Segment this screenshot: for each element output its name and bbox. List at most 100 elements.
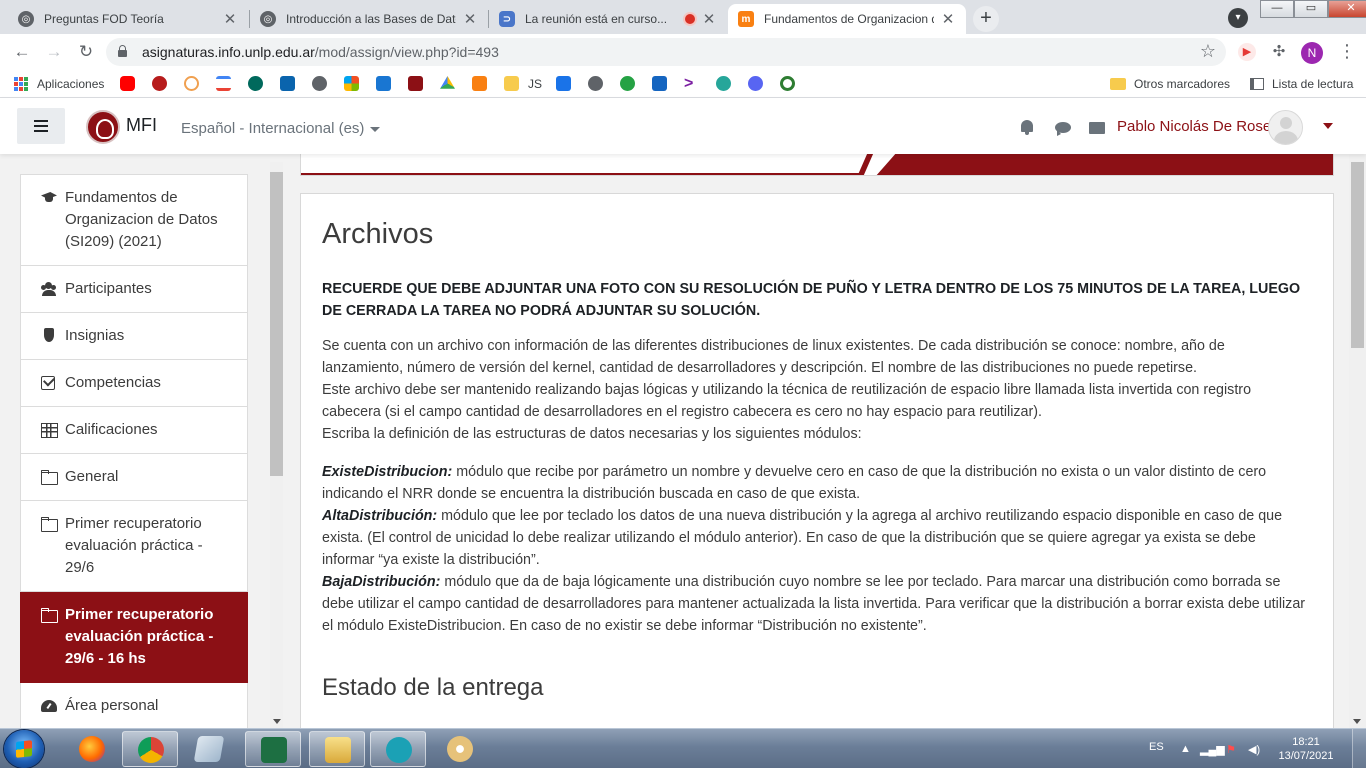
close-window-icon[interactable]: ✕	[1328, 0, 1366, 18]
sidebar-item-calificaciones[interactable]: Calificaciones	[20, 407, 248, 454]
more-menu-icon[interactable]: ⋮	[1338, 41, 1356, 62]
tab-search-icon[interactable]: ▾	[1228, 8, 1248, 28]
globe-icon[interactable]	[588, 76, 603, 91]
tab-fundamentos[interactable]: m Fundamentos de Organizacion de ✕	[728, 4, 966, 34]
drawer-scrollbar[interactable]	[270, 162, 283, 728]
taskbar-excel[interactable]	[245, 731, 301, 767]
scrollbar-thumb[interactable]	[1351, 162, 1364, 348]
bookmark-site-icon[interactable]	[248, 76, 263, 91]
user-menu-caret-icon[interactable]	[1323, 123, 1333, 129]
tab-preguntas-fod[interactable]: ◎ Preguntas FOD Teoría ✕	[8, 4, 248, 34]
notifications-bell-icon[interactable]	[1021, 120, 1033, 135]
page-scrollbar[interactable]	[1349, 154, 1366, 728]
sidebar-item-recuperatorio[interactable]: Primer recuperatorio evaluación práctica…	[20, 501, 248, 592]
taskbar-chrome[interactable]	[122, 731, 178, 767]
bookmark-star-icon[interactable]: ☆	[1200, 41, 1216, 62]
new-tab-button[interactable]: +	[973, 6, 999, 32]
outlook-icon[interactable]	[280, 76, 295, 91]
tab-reunion[interactable]: ⊃ La reunión está en curso... ✕	[489, 4, 727, 34]
taskbar-explorer[interactable]	[309, 731, 365, 767]
bookmark-js[interactable]: JS	[528, 76, 542, 92]
camera-icon	[386, 737, 412, 763]
network-icon[interactable]: ▂▄▆	[1200, 743, 1225, 756]
caret-down-icon	[370, 126, 381, 132]
calendar-icon[interactable]	[556, 76, 571, 91]
close-tab-icon[interactable]: ✕	[701, 10, 717, 28]
sidebar-item-insignias[interactable]: Insignias	[20, 313, 248, 360]
bookmark-apps[interactable]: Aplicaciones	[14, 76, 104, 92]
bookmark-site-icon[interactable]	[780, 76, 795, 91]
chat-bubble-icon[interactable]	[1055, 122, 1071, 136]
sidebar-item-area-personal[interactable]: Área personal	[20, 683, 248, 728]
reading-list[interactable]: Lista de lectura	[1250, 76, 1353, 92]
tab-intro-bases-datos[interactable]: ◎ Introducción a las Bases de Datos ✕	[250, 4, 488, 34]
table-icon	[41, 422, 58, 438]
bookmark-site-icon[interactable]	[620, 76, 635, 91]
close-tab-icon[interactable]: ✕	[940, 10, 956, 28]
module-description: BajaDistribución: módulo que da de baja …	[322, 571, 1307, 637]
scroll-down-icon[interactable]	[273, 719, 281, 724]
assignment-card: Archivos RECUERDE QUE DEBE ADJUNTAR UNA …	[300, 193, 1334, 728]
section-title: Archivos	[322, 218, 434, 250]
minimize-icon[interactable]: —	[1260, 0, 1294, 18]
unlp-icon[interactable]	[408, 76, 423, 91]
tray-expand-icon[interactable]: ▲	[1180, 743, 1191, 755]
browser-toolbar: ← → ↻ asignaturas.info.unlp.edu.ar/mod/a…	[0, 34, 1366, 70]
bookmark-site-icon[interactable]	[652, 76, 667, 91]
lock-icon[interactable]	[118, 45, 127, 57]
bookmark-site-icon[interactable]	[184, 76, 199, 91]
bookmark-site-icon[interactable]	[376, 76, 391, 91]
menu-toggle-button[interactable]	[17, 108, 65, 144]
taskbar-recorder[interactable]	[370, 731, 426, 767]
taskbar-paint[interactable]	[432, 731, 488, 767]
sidebar-item-general[interactable]: General	[20, 454, 248, 501]
sidebar-item-course[interactable]: Fundamentos de Organizacion de Datos (SI…	[20, 174, 248, 266]
messages-envelope-icon[interactable]	[1089, 122, 1105, 134]
taskbar-app[interactable]	[181, 731, 237, 767]
scrollbar-thumb[interactable]	[270, 172, 283, 476]
clock[interactable]: 18:21 13/07/2021	[1276, 735, 1336, 763]
folder-icon[interactable]	[504, 76, 519, 91]
back-icon[interactable]: ←	[10, 40, 34, 64]
input-language[interactable]: ES	[1149, 741, 1164, 753]
bookmark-site-icon[interactable]: >	[684, 75, 699, 91]
gmail-icon[interactable]	[216, 76, 231, 91]
profile-avatar[interactable]: N	[1301, 42, 1323, 64]
moodle-icon[interactable]	[472, 76, 487, 91]
site-name[interactable]: MFI	[126, 115, 157, 136]
microsoft-icon[interactable]	[344, 76, 359, 91]
user-name[interactable]: Pablo Nicolás De Rose	[1117, 118, 1271, 135]
discord-icon[interactable]	[748, 76, 763, 91]
forward-icon[interactable]: →	[42, 40, 66, 64]
scroll-down-icon[interactable]	[1353, 719, 1361, 724]
security-alert-icon[interactable]: ⚑	[1226, 743, 1236, 756]
sidebar-item-recuperatorio-16hs[interactable]: Primer recuperatorio evaluación práctica…	[20, 592, 248, 683]
volume-icon[interactable]: ◀)	[1248, 743, 1260, 756]
puzzle-icon[interactable]: ✣	[1270, 43, 1288, 61]
users-icon	[41, 281, 57, 297]
sidebar-item-participantes[interactable]: Participantes	[20, 266, 248, 313]
check-square-icon	[41, 375, 57, 391]
user-avatar[interactable]	[1268, 110, 1303, 145]
globe-icon: ◎	[18, 11, 34, 27]
globe-icon[interactable]	[312, 76, 327, 91]
bookmark-other[interactable]: Otros marcadores	[1110, 76, 1230, 92]
close-tab-icon[interactable]: ✕	[222, 10, 238, 28]
site-logo[interactable]	[86, 110, 120, 144]
bookmark-site-icon[interactable]	[152, 76, 167, 91]
maximize-icon[interactable]: ▭	[1294, 0, 1328, 18]
language-selector[interactable]: Español - Internacional (es)	[181, 120, 381, 137]
sidebar-item-label: Fundamentos de Organizacion de Datos (SI…	[65, 189, 218, 250]
address-bar[interactable]: asignaturas.info.unlp.edu.ar/mod/assign/…	[106, 38, 1226, 66]
sidebar-item-competencias[interactable]: Competencias	[20, 360, 248, 407]
header-banner	[300, 154, 1334, 176]
extension-icon[interactable]: ▶	[1238, 43, 1256, 61]
taskbar-firefox[interactable]	[64, 731, 120, 767]
drive-icon[interactable]	[440, 76, 455, 89]
close-tab-icon[interactable]: ✕	[462, 10, 478, 28]
show-desktop-button[interactable]	[1352, 729, 1366, 768]
bookmark-site-icon[interactable]	[716, 76, 731, 91]
start-button[interactable]	[4, 730, 44, 768]
reload-icon[interactable]: ↻	[74, 40, 98, 64]
youtube-icon[interactable]	[120, 76, 135, 91]
